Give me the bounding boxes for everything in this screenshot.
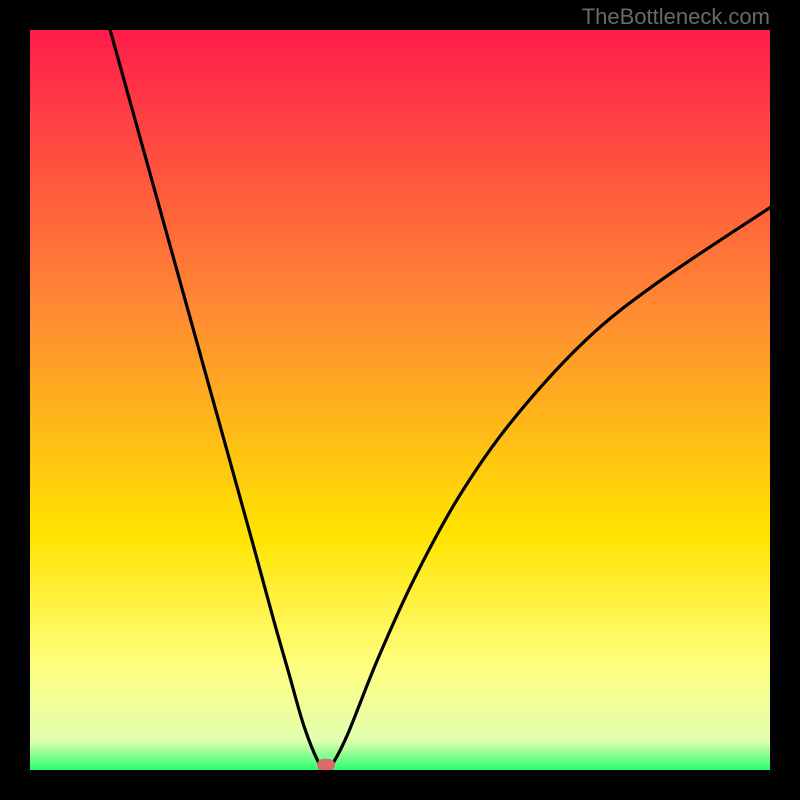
chart-container: TheBottleneck.com xyxy=(0,0,800,800)
gradient-plot-area xyxy=(30,30,770,770)
attribution-label: TheBottleneck.com xyxy=(582,4,770,30)
